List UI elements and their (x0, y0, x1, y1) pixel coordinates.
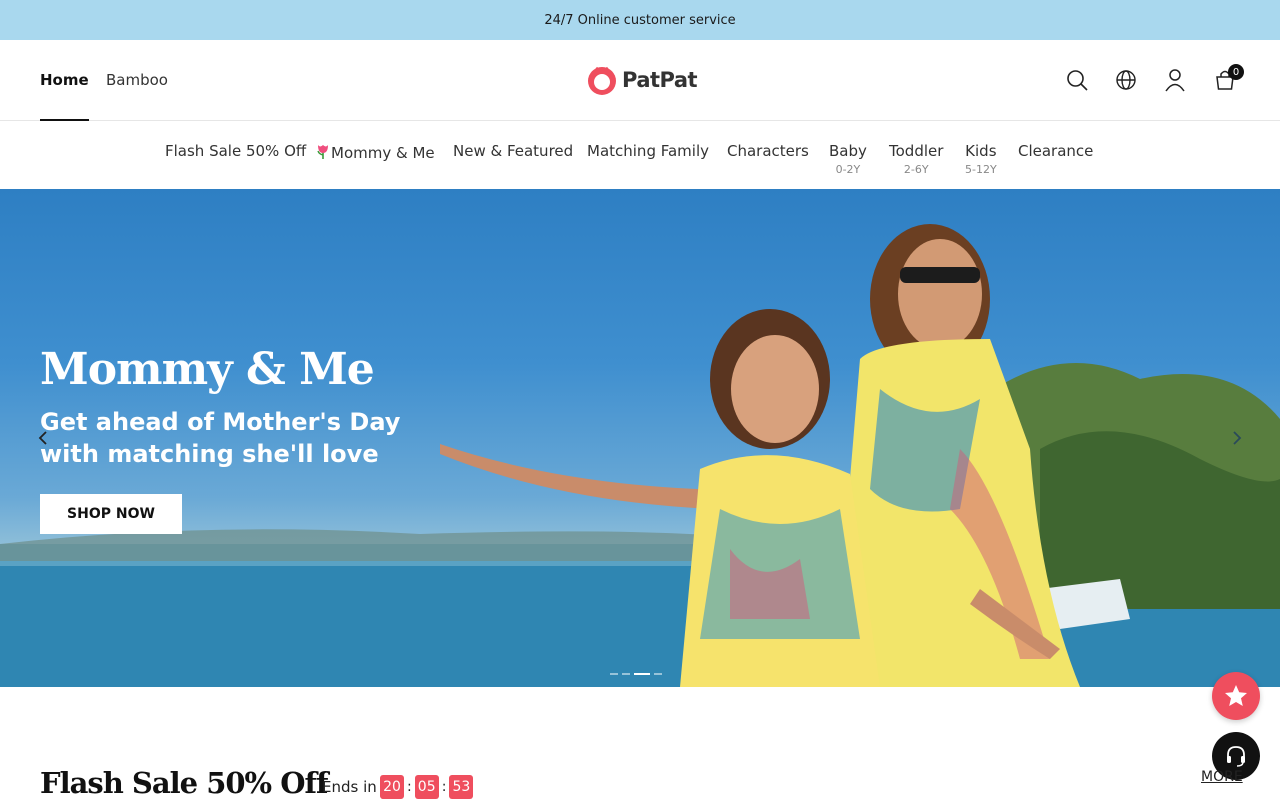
headset-icon (1227, 746, 1245, 767)
carousel-dots (610, 673, 662, 675)
category-label: Characters (727, 142, 809, 160)
tab-bamboo[interactable]: Bamboo (106, 40, 168, 120)
carousel-dot[interactable] (654, 673, 662, 675)
announcement-text[interactable]: 24/7 Online customer service (544, 13, 735, 28)
category-kids[interactable]: Kids 5-12Y (965, 142, 997, 176)
countdown-separator: : (407, 779, 412, 795)
carousel-dot[interactable] (622, 673, 630, 675)
category-baby[interactable]: Baby 0-2Y (829, 142, 867, 176)
logo-text: PatPat (622, 68, 698, 92)
tab-home[interactable]: Home (40, 40, 89, 121)
countdown-minutes: 05 (414, 775, 439, 799)
category-flash-sale[interactable]: Flash Sale 50% Off (165, 142, 306, 160)
category-label: New & Featured (453, 142, 574, 160)
category-age-range: 5-12Y (965, 163, 997, 176)
category-new-featured[interactable]: New & Featured (453, 142, 573, 160)
category-label: Clearance (1018, 142, 1094, 160)
hero-subtitle: Get ahead of Mother's Day with matching … (40, 408, 401, 468)
shop-now-button[interactable]: SHOP NOW (40, 494, 182, 534)
category-age-range: 2-6Y (903, 163, 929, 176)
countdown-separator: : (441, 779, 447, 795)
flash-sale-more-link[interactable]: MORE (1201, 769, 1243, 785)
tulip-icon (317, 145, 328, 159)
site-header: Home Bamboo PatPat 0 (0, 40, 1280, 121)
category-label: Toddler (889, 142, 944, 160)
globe-icon[interactable] (1113, 67, 1139, 93)
search-icon[interactable] (1064, 67, 1090, 93)
category-mommy-and-me[interactable]: Mommy & Me (315, 142, 435, 162)
carousel-dot-active[interactable] (634, 673, 650, 675)
hero-title: Mommy & Me (40, 344, 375, 395)
category-matching-family[interactable]: Matching Family (587, 142, 709, 160)
cart-count-badge: 0 (1228, 64, 1244, 80)
category-toddler[interactable]: Toddler 2-6Y (889, 142, 943, 176)
countdown-timer: 20 : 05 : 53 (380, 775, 474, 799)
category-label: Mommy & Me (331, 144, 435, 162)
favorites-button[interactable] (1212, 672, 1260, 720)
flash-sale-title: Flash Sale 50% Off (40, 766, 328, 800)
countdown-label: Ends in (322, 778, 377, 796)
logo-mark-icon (588, 66, 616, 95)
category-clearance[interactable]: Clearance (1018, 142, 1093, 160)
category-characters[interactable]: Characters (727, 142, 809, 160)
category-label: Kids (965, 142, 997, 160)
countdown-seconds: 53 (449, 775, 474, 799)
patpat-logo[interactable]: PatPat (586, 64, 698, 96)
countdown-hours: 20 (380, 775, 404, 799)
hero-banner[interactable]: Mommy & Me Get ahead of Mother's Day wit… (0, 189, 1280, 687)
category-age-range: 0-2Y (835, 163, 861, 176)
announcement-bar: 24/7 Online customer service (0, 0, 1280, 40)
category-label: Baby (829, 142, 867, 160)
category-label: Flash Sale 50% Off (165, 142, 307, 160)
carousel-dot[interactable] (610, 673, 618, 675)
category-label: Matching Family (587, 142, 709, 160)
category-nav: Flash Sale 50% Off Mommy & Me New & Feat… (0, 121, 1280, 189)
account-icon[interactable] (1162, 67, 1188, 93)
carousel-next-icon[interactable] (1228, 429, 1246, 447)
carousel-prev-icon[interactable] (34, 429, 52, 447)
star-icon (1225, 685, 1247, 706)
